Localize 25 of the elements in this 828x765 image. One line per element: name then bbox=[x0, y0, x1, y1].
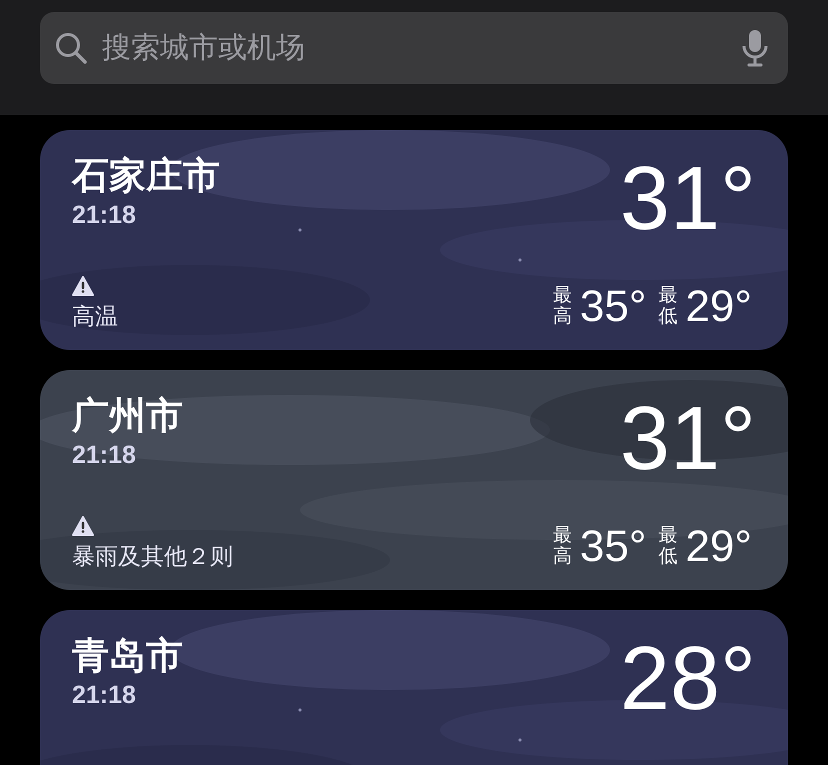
alert-text: 暴雨及其他２则 bbox=[72, 542, 233, 570]
alert-text: 高温 bbox=[72, 302, 119, 330]
current-temperature: 31° bbox=[620, 154, 756, 244]
city-name: 广州市 bbox=[72, 394, 184, 438]
temperature-label: 最高 bbox=[552, 526, 572, 568]
local-time: 21:18 bbox=[72, 680, 137, 710]
city-card[interactable]: 青岛市 21:18 28° bbox=[40, 610, 788, 765]
temperature-label: 最低 bbox=[658, 286, 678, 328]
temperature-label: 最低 bbox=[658, 526, 678, 568]
microphone-icon[interactable] bbox=[742, 29, 768, 67]
city-name: 石家庄市 bbox=[72, 154, 220, 198]
current-temperature: 31° bbox=[620, 394, 756, 484]
temperature-value: 35° bbox=[580, 284, 646, 330]
search-field[interactable]: 搜索城市或机场 bbox=[40, 12, 788, 84]
temperature-label: 最高 bbox=[552, 286, 572, 328]
local-time: 21:18 bbox=[72, 440, 137, 470]
warning-icon bbox=[72, 276, 94, 296]
current-temperature: 28° bbox=[620, 634, 756, 724]
temperature-value: 29° bbox=[685, 284, 752, 330]
warning-icon bbox=[72, 516, 94, 536]
city-name: 青岛市 bbox=[72, 634, 183, 678]
temperature-value: 29° bbox=[685, 524, 752, 570]
temperature-value: 35° bbox=[580, 524, 646, 570]
search-icon bbox=[54, 31, 88, 65]
local-time: 21:18 bbox=[72, 200, 137, 230]
